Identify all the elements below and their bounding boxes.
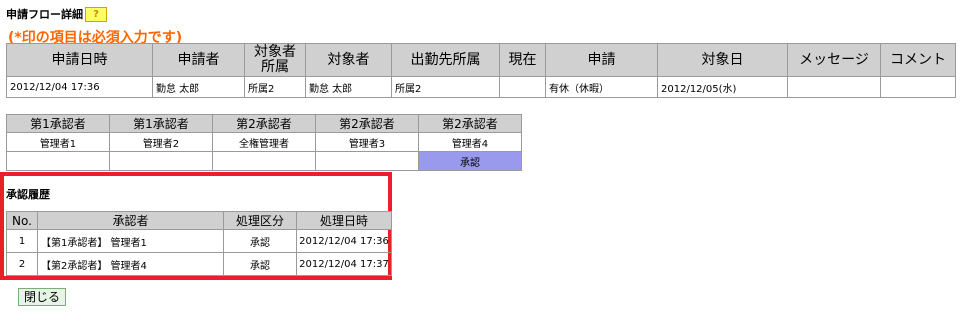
col-header-application-type: 申請 xyxy=(545,43,658,77)
page-header: 申請フロー詳細 ? xyxy=(6,6,107,22)
table-row: 1 【第1承認者】 管理者1 承認 2012/12/04 17:36 xyxy=(6,229,392,253)
col-header-target-person: 対象者 xyxy=(305,43,392,77)
cell-current xyxy=(499,76,546,98)
col-header-comment: コメント xyxy=(880,43,956,77)
cell-work-location: 所属2 xyxy=(391,76,500,98)
cell-comment xyxy=(880,76,956,98)
table-row: 2012/12/04 17:36 勤怠 太郎 所属2 勤怠 太郎 所属2 有休（… xyxy=(6,76,956,98)
approver-name-4: 管理者3 xyxy=(315,132,419,152)
history-cell-process-type: 承認 xyxy=(223,252,297,276)
approver-table: 第1承認者 第1承認者 第2承認者 第2承認者 第2承認者 管理者1 管理者2 … xyxy=(6,114,522,171)
history-cell-process-datetime: 2012/12/04 17:37 xyxy=(296,252,392,276)
col-header-applicant: 申請者 xyxy=(152,43,245,77)
approver-status-3 xyxy=(212,151,316,171)
history-header-approver: 承認者 xyxy=(37,211,224,230)
history-cell-approver: 【第1承認者】 管理者1 xyxy=(37,229,224,253)
approver-name-1: 管理者1 xyxy=(6,132,110,152)
help-icon[interactable]: ? xyxy=(85,6,107,22)
col-header-current: 現在 xyxy=(499,43,546,77)
table-row: 2 【第2承認者】 管理者4 承認 2012/12/04 17:37 xyxy=(6,252,392,276)
history-cell-no: 2 xyxy=(6,252,38,276)
cell-application-datetime: 2012/12/04 17:36 xyxy=(6,76,153,98)
history-title: 承認履歴 xyxy=(6,188,50,201)
history-header-row: No. 承認者 処理区分 処理日時 xyxy=(6,211,392,230)
history-cell-process-datetime: 2012/12/04 17:36 xyxy=(296,229,392,253)
approver-status-4 xyxy=(315,151,419,171)
approver-header-1: 第1承認者 xyxy=(6,114,110,133)
history-cell-approver: 【第2承認者】 管理者4 xyxy=(37,252,224,276)
approver-status-2 xyxy=(109,151,213,171)
approver-name-5: 管理者4 xyxy=(418,132,522,152)
history-cell-process-type: 承認 xyxy=(223,229,297,253)
cell-applicant: 勤怠 太郎 xyxy=(152,76,245,98)
cell-message xyxy=(787,76,881,98)
cell-target-date: 2012/12/05(水) xyxy=(657,76,788,98)
col-header-target-affiliation: 対象者 所属 xyxy=(244,43,306,77)
cell-application-type: 有休（休暇） xyxy=(545,76,658,98)
approver-header-row: 第1承認者 第1承認者 第2承認者 第2承認者 第2承認者 xyxy=(6,114,522,133)
col-header-application-datetime: 申請日時 xyxy=(6,43,153,77)
approver-header-2: 第1承認者 xyxy=(109,114,213,133)
history-header-process-type: 処理区分 xyxy=(223,211,297,230)
approver-header-3: 第2承認者 xyxy=(212,114,316,133)
history-header-process-datetime: 処理日時 xyxy=(296,211,392,230)
approver-name-3: 全権管理者 xyxy=(212,132,316,152)
application-table: 申請日時 申請者 対象者 所属 対象者 出勤先所属 現在 申請 対象日 メッセー… xyxy=(6,43,956,98)
history-table: No. 承認者 処理区分 処理日時 1 【第1承認者】 管理者1 承認 2012… xyxy=(6,211,392,276)
close-button[interactable]: 閉じる xyxy=(18,288,66,306)
approver-status-row: 承認 xyxy=(6,151,522,171)
col-header-target-date: 対象日 xyxy=(657,43,788,77)
page-title: 申請フロー詳細 xyxy=(6,8,83,21)
cell-target-person: 勤怠 太郎 xyxy=(305,76,392,98)
application-header-row: 申請日時 申請者 対象者 所属 対象者 出勤先所属 現在 申請 対象日 メッセー… xyxy=(6,43,956,77)
approver-status-1 xyxy=(6,151,110,171)
history-cell-no: 1 xyxy=(6,229,38,253)
col-header-work-location: 出勤先所属 xyxy=(391,43,500,77)
cell-target-affiliation: 所属2 xyxy=(244,76,306,98)
approver-header-4: 第2承認者 xyxy=(315,114,419,133)
history-header-no: No. xyxy=(6,211,38,230)
approver-header-5: 第2承認者 xyxy=(418,114,522,133)
col-header-message: メッセージ xyxy=(787,43,881,77)
approver-status-5: 承認 xyxy=(418,151,522,171)
approver-name-2: 管理者2 xyxy=(109,132,213,152)
approver-names-row: 管理者1 管理者2 全権管理者 管理者3 管理者4 xyxy=(6,132,522,152)
